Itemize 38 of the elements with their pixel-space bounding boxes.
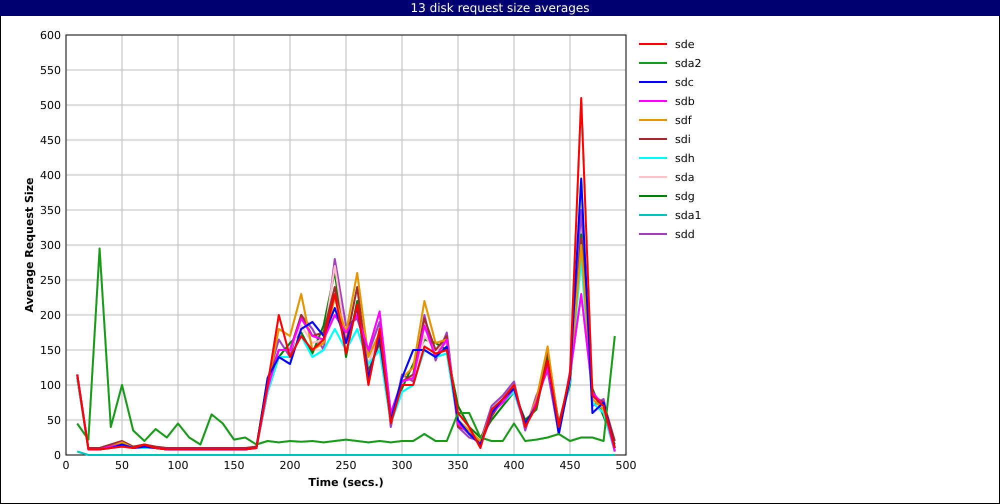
- legend-label: sdd: [675, 228, 695, 241]
- x-tick-label: 300: [392, 459, 412, 472]
- x-tick-label: 250: [336, 459, 356, 472]
- window-title: 13 disk request size averages: [0, 0, 1000, 16]
- y-tick-label: 600: [40, 29, 61, 42]
- y-tick-label: 550: [40, 64, 61, 77]
- x-tick-label: 100: [168, 459, 188, 472]
- y-tick-label: 100: [40, 379, 61, 392]
- y-tick-label: 200: [40, 309, 61, 322]
- legend-label: sda1: [675, 209, 702, 222]
- x-tick-label: 0: [62, 459, 70, 472]
- legend-label: sdg: [675, 190, 695, 203]
- x-tick-label: 500: [616, 459, 636, 472]
- x-tick-label: 200: [280, 459, 300, 472]
- legend-label: sda: [675, 171, 694, 184]
- legend-label: sda2: [675, 57, 702, 70]
- x-tick-label: 350: [448, 459, 468, 472]
- legend-label: sdh: [675, 152, 695, 165]
- y-tick-label: 400: [40, 169, 61, 182]
- legend-label: sdi: [675, 133, 691, 146]
- x-tick-label: 450: [560, 459, 580, 472]
- y-tick-label: 300: [40, 239, 61, 252]
- y-tick-label: 150: [40, 344, 61, 357]
- y-tick-label: 350: [40, 204, 61, 217]
- y-tick-label: 500: [40, 99, 61, 112]
- x-tick-label: 150: [224, 459, 244, 472]
- x-tick-label: 400: [504, 459, 524, 472]
- y-tick-label: 50: [47, 414, 61, 427]
- legend-label: sdc: [675, 76, 694, 89]
- y-tick-label: 450: [40, 134, 61, 147]
- legend-label: sdb: [675, 95, 695, 108]
- x-tick-label: 50: [115, 459, 129, 472]
- y-tick-label: 250: [40, 274, 61, 287]
- y-axis-title: Average Request Size: [23, 177, 36, 313]
- x-axis-title: Time (secs.): [308, 476, 384, 489]
- legend-label: sdf: [675, 114, 692, 127]
- y-tick-label: 0: [54, 449, 61, 462]
- legend-label: sde: [675, 38, 694, 51]
